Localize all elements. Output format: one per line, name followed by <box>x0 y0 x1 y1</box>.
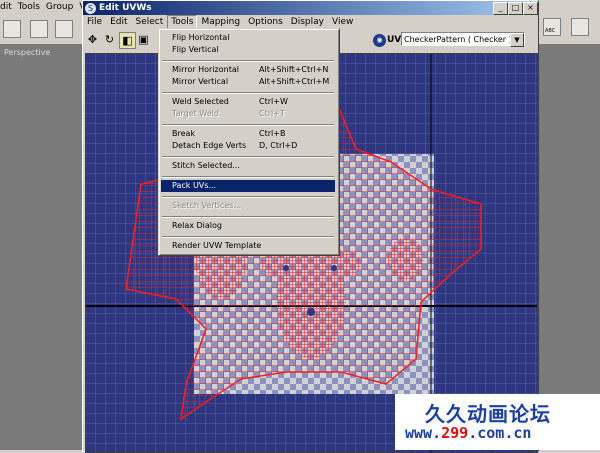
app-icon: S <box>85 2 96 14</box>
menu-item-flip-horizontal[interactable]: Flip Horizontal <box>161 32 335 44</box>
menu-separator <box>162 92 334 94</box>
host-menubar: dit Tools Group V <box>0 0 86 14</box>
menu-mapping[interactable]: Mapping <box>197 16 244 29</box>
menu-separator <box>162 196 334 198</box>
material-editor-icon[interactable] <box>571 18 589 36</box>
watermark-title: 久久动画论坛 <box>425 402 551 426</box>
watermark-url-prefix: www. <box>405 424 442 442</box>
menu-item-stitch-selected[interactable]: Stitch Selected... <box>161 160 335 172</box>
menu-item-pack-uvs[interactable]: Pack UVs... <box>161 180 335 192</box>
chevron-down-icon[interactable]: ▼ <box>510 33 524 47</box>
scale-icon[interactable]: ◧ <box>119 32 136 49</box>
menu-select[interactable]: Select <box>132 16 168 29</box>
menu-separator <box>162 236 334 238</box>
unlink-icon[interactable] <box>55 20 73 38</box>
menu-separator <box>162 176 334 178</box>
tools-menu: Flip Horizontal Flip Vertical Mirror Hor… <box>158 28 340 256</box>
uv-channel-icon[interactable]: ◉ <box>373 34 386 47</box>
menu-item-mirror-horizontal[interactable]: Mirror Horizontal Alt+Shift+Ctrl+N <box>161 64 335 76</box>
texture-select-value: CheckerPattern ( Checker ) <box>404 35 512 44</box>
menu-options[interactable]: Options <box>244 16 287 29</box>
menu-item-detach-edge-verts[interactable]: Detach Edge Verts D, Ctrl+D <box>161 140 335 152</box>
menu-item-render-uvw-template[interactable]: Render UVW Template <box>161 240 335 252</box>
menu-separator <box>162 60 334 62</box>
menu-item-sketch-vertices: Sketch Vertices... <box>172 201 242 210</box>
menu-file[interactable]: File <box>83 16 106 29</box>
menu-item-flip-vertical[interactable]: Flip Vertical <box>161 44 335 56</box>
uv-label: UV <box>387 35 402 45</box>
watermark-url-suffix: .com.cn <box>468 424 532 442</box>
maximize-button[interactable]: □ <box>508 2 523 15</box>
host-menu-group[interactable]: Group <box>46 2 73 12</box>
dialog-menubar: File Edit Select Tools Mapping Options D… <box>83 14 538 30</box>
minimize-button[interactable]: _ <box>493 2 508 15</box>
watermark-url-number: 299 <box>441 424 469 442</box>
viewport-label[interactable]: Perspective <box>4 48 50 57</box>
rotate-icon[interactable]: ↻ <box>102 32 117 47</box>
watermark-url: www.299.com.cn <box>405 424 531 442</box>
host-menu-edit[interactable]: dit <box>0 2 12 12</box>
menu-display[interactable]: Display <box>287 16 328 29</box>
perspective-viewport[interactable] <box>0 44 83 450</box>
host-toolbar <box>0 14 85 45</box>
menu-separator <box>162 124 334 126</box>
undo-icon[interactable] <box>3 20 21 38</box>
mirror-icon[interactable]: ▣ <box>136 32 151 47</box>
menu-edit[interactable]: Edit <box>106 16 131 29</box>
menu-item-relax-dialog[interactable]: Relax Dialog <box>161 220 335 232</box>
menu-separator <box>162 216 334 218</box>
menu-view[interactable]: View <box>328 16 357 29</box>
menu-separator <box>162 156 334 158</box>
move-icon[interactable]: ✥ <box>85 32 100 47</box>
title-bar[interactable]: S Edit UVWs _ □ × <box>83 1 538 15</box>
watermark: 久久动画论坛 www.299.com.cn <box>395 394 600 450</box>
abc-text: ABC <box>545 28 556 34</box>
menu-item-target-weld: Target Weld Ctrl+T <box>172 109 285 118</box>
menu-item-weld-selected[interactable]: Weld Selected Ctrl+W <box>161 96 335 108</box>
right-viewport[interactable] <box>537 44 600 404</box>
host-right-toolbar: ABC <box>537 14 600 44</box>
texture-select[interactable]: CheckerPattern ( Checker ) ▼ <box>401 32 525 47</box>
host-menu-tools[interactable]: Tools <box>18 2 40 12</box>
menu-item-mirror-vertical[interactable]: Mirror Vertical Alt+Shift+Ctrl+M <box>161 76 335 88</box>
dialog-title: Edit UVWs <box>99 3 152 13</box>
menu-item-break[interactable]: Break Ctrl+B <box>161 128 335 140</box>
spell-check-icon[interactable]: ABC <box>543 18 561 36</box>
select-link-icon[interactable] <box>30 20 48 38</box>
close-button[interactable]: × <box>523 2 538 15</box>
